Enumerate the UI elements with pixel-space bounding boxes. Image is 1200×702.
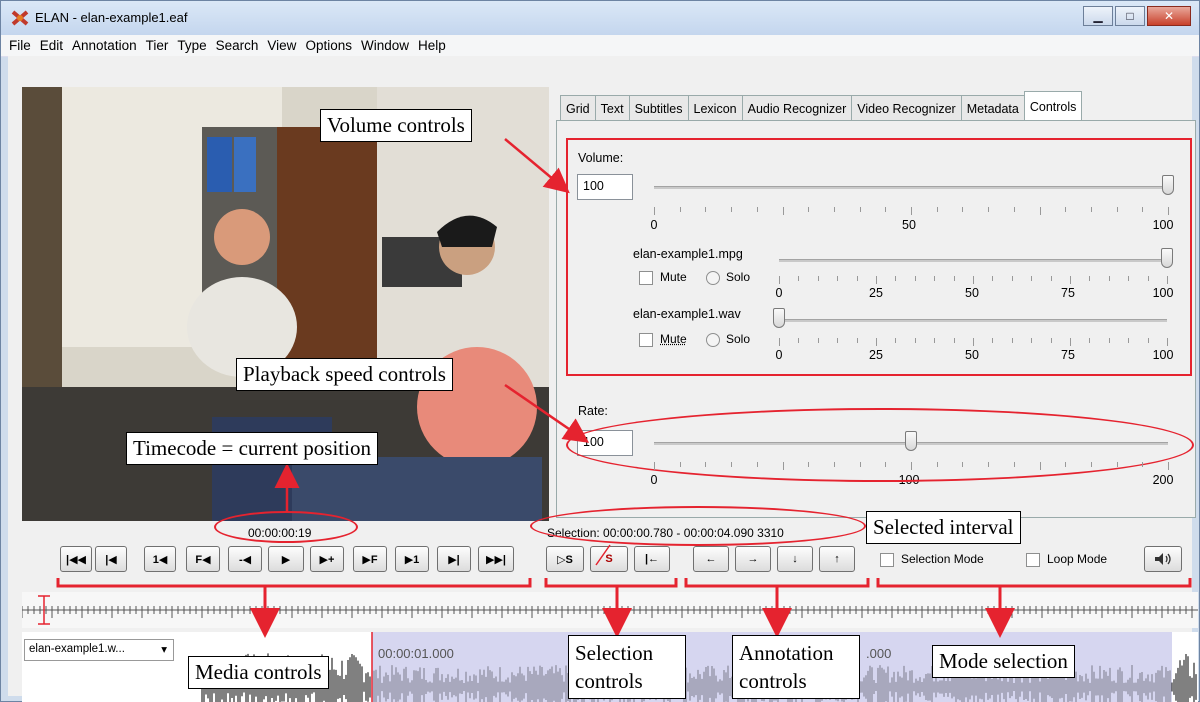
volume-tick <box>756 207 758 212</box>
rate-tick <box>1039 462 1041 470</box>
track-1-tick <box>1108 276 1110 281</box>
track-1-tick <box>779 276 780 284</box>
track-2-tick <box>1167 338 1168 346</box>
callout-media-controls: Media controls <box>188 656 329 689</box>
track-1-tick <box>1089 276 1091 281</box>
track-2-tick <box>1128 338 1130 343</box>
volume-tick <box>654 207 655 215</box>
track-2-tick <box>1031 338 1033 343</box>
track-2-tick <box>1108 338 1110 343</box>
rate-tick <box>1168 462 1169 470</box>
rate-tick <box>911 462 912 470</box>
track-1-tick <box>1128 276 1130 281</box>
rate-tick <box>885 462 887 467</box>
volume-tick <box>1065 207 1067 212</box>
rate-tick <box>859 462 861 467</box>
callout-timecode: Timecode = current position <box>126 432 378 465</box>
rate-tick <box>808 462 810 467</box>
volume-tick <box>833 207 835 212</box>
volume-tick <box>988 207 990 212</box>
volume-tick <box>1090 207 1092 212</box>
callout-mode-selection: Mode selection <box>932 645 1075 678</box>
callout-annotation-controls: Annotation controls <box>732 635 860 699</box>
track-1-tick <box>1031 276 1033 281</box>
volume-tick <box>936 207 938 212</box>
track-2-tick <box>779 338 780 346</box>
rate-tick <box>1013 462 1015 467</box>
rate-tick <box>1065 462 1067 467</box>
track-2-tick <box>934 338 936 343</box>
rate-tick <box>936 462 938 467</box>
track-1-tick <box>1011 276 1013 281</box>
track-1-tick <box>992 276 994 281</box>
track-2-tick <box>1050 338 1052 343</box>
volume-tick <box>1142 207 1144 212</box>
volume-tick <box>705 207 707 212</box>
track-2-tick <box>837 338 839 343</box>
track-2-tick <box>876 338 877 346</box>
volume-tick <box>731 207 733 212</box>
track-1-tick <box>895 276 897 281</box>
track-1-tick <box>817 276 819 281</box>
track-2-tick <box>1147 338 1149 343</box>
track-2-tick <box>953 338 955 343</box>
track-1-tick <box>914 276 916 281</box>
volume-tick <box>808 207 810 212</box>
track-2-tick <box>992 338 994 343</box>
volume-tick <box>962 207 964 212</box>
rate-tick <box>1090 462 1092 467</box>
track-1-tick <box>934 276 936 281</box>
volume-tick <box>679 207 681 212</box>
callout-selected-interval: Selected interval <box>866 511 1021 544</box>
rate-tick <box>1116 462 1118 467</box>
volume-tick <box>1013 207 1015 212</box>
volume-tick <box>1116 207 1118 212</box>
track-2-tick <box>1089 338 1091 343</box>
rate-tick <box>962 462 964 467</box>
volume-tick <box>911 207 912 215</box>
volume-tick <box>782 207 784 215</box>
rate-tick <box>654 462 655 470</box>
track-2-tick <box>856 338 858 343</box>
track-1-tick <box>1167 276 1168 284</box>
rate-tick <box>756 462 758 467</box>
callout-selection-controls: Selection controls <box>568 635 686 699</box>
track-1-tick <box>856 276 858 281</box>
callout-volume-controls: Volume controls <box>320 109 472 142</box>
track-2-tick <box>1011 338 1013 343</box>
track-2-tick <box>817 338 819 343</box>
callout-playback-speed: Playback speed controls <box>236 358 453 391</box>
volume-tick <box>1039 207 1041 215</box>
rate-tick <box>731 462 733 467</box>
volume-tick <box>885 207 887 212</box>
volume-tick <box>1168 207 1169 215</box>
rate-tick <box>782 462 784 470</box>
track-2-tick <box>895 338 897 343</box>
annotation-lines <box>56 138 1192 638</box>
track-1-tick <box>876 276 877 284</box>
track-1-tick <box>837 276 839 281</box>
track-2-tick <box>798 338 800 343</box>
track-2-tick <box>1070 338 1071 346</box>
rate-tick <box>988 462 990 467</box>
volume-tick <box>859 207 861 212</box>
rate-tick <box>679 462 681 467</box>
track-1-tick <box>973 276 974 284</box>
track-1-tick <box>1070 276 1071 284</box>
rate-tick <box>705 462 707 467</box>
track-1-tick <box>953 276 955 281</box>
track-1-tick <box>798 276 800 281</box>
rate-tick <box>833 462 835 467</box>
track-2-tick <box>973 338 974 346</box>
track-1-tick <box>1147 276 1149 281</box>
track-1-tick <box>1050 276 1052 281</box>
rate-tick <box>1142 462 1144 467</box>
track-2-tick <box>914 338 916 343</box>
